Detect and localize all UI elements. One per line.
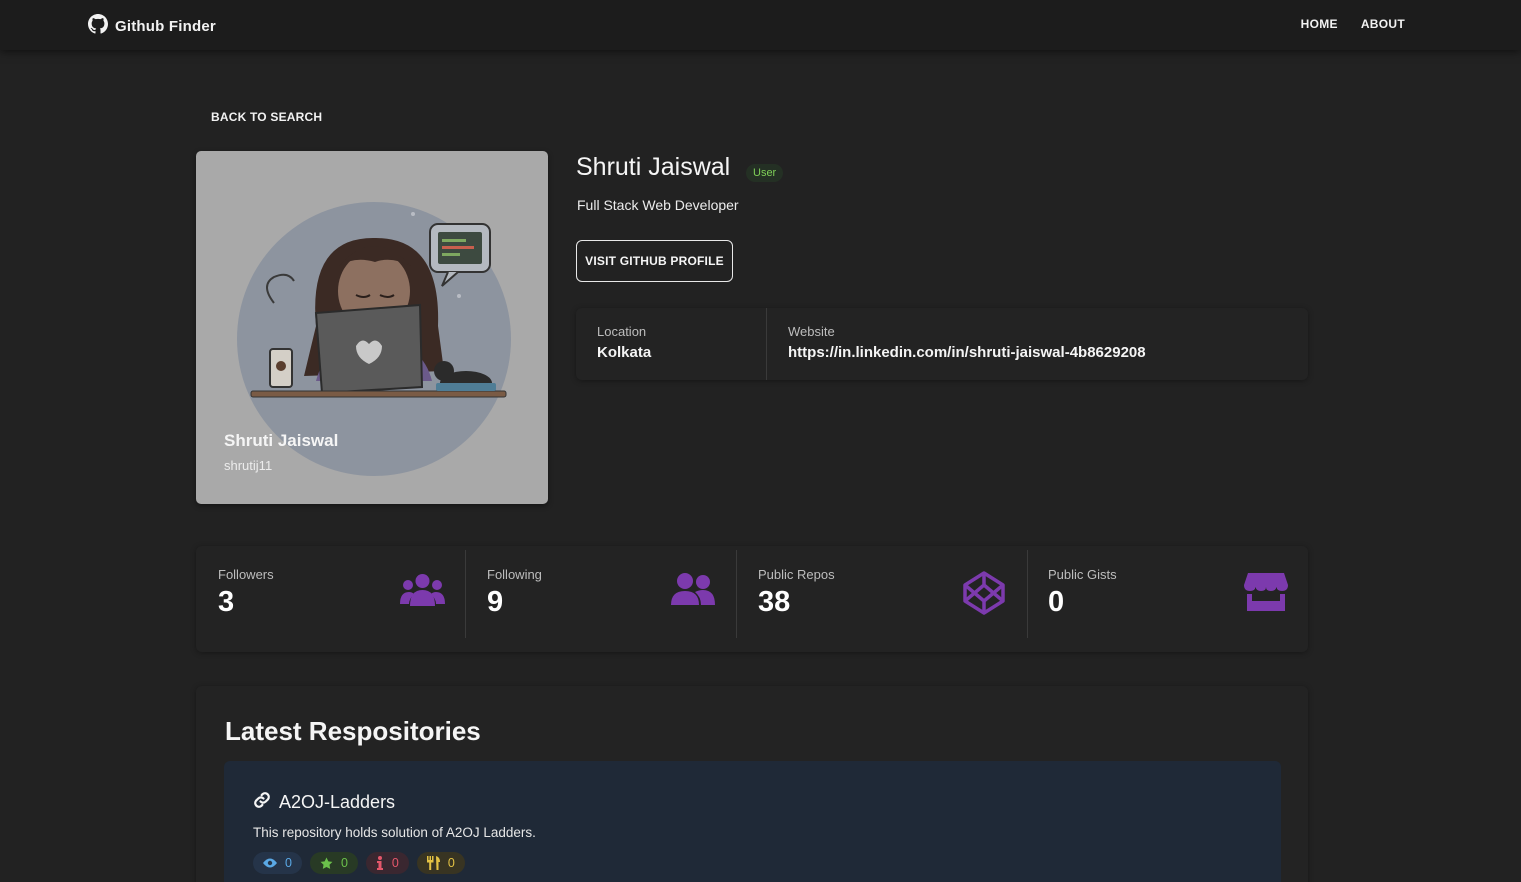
nav-links: HOME ABOUT — [1301, 17, 1405, 31]
avatar-image — [237, 202, 511, 476]
stat-value: 3 — [218, 586, 235, 618]
stat-label: Following — [487, 567, 542, 582]
store-icon — [1244, 573, 1288, 611]
stars-count: 0 — [340, 856, 348, 870]
avatar-card: Shruti Jaiswal shrutij11 — [196, 151, 548, 504]
stars-badge: 0 — [309, 852, 358, 874]
avatar-login: shrutij11 — [224, 458, 273, 473]
profile-bio: Full Stack Web Developer — [577, 197, 739, 213]
repos-section: Latest Respositories A2OJ-Ladders This r… — [196, 686, 1308, 882]
issues-badge: 0 — [365, 852, 409, 874]
star-icon — [320, 857, 333, 869]
info-box: Location Kolkata Website https://in.link… — [576, 308, 1308, 380]
repo-link[interactable]: A2OJ-Ladders — [253, 791, 395, 814]
link-icon — [253, 791, 271, 814]
repos-title: Latest Respositories — [225, 716, 481, 746]
avatar-name: Shruti Jaiswal — [224, 431, 339, 450]
stat-label: Followers — [218, 567, 274, 582]
brand[interactable]: Github Finder — [88, 14, 216, 39]
stats-box: Followers 3 Following 9 Public Repos 38 … — [196, 546, 1308, 652]
info-icon — [376, 856, 383, 870]
back-to-search-button[interactable]: BACK TO SEARCH — [211, 110, 322, 124]
stat-public-gists: Public Gists 0 — [1028, 546, 1308, 652]
users-icon — [400, 574, 445, 606]
nav-home-link[interactable]: HOME — [1301, 17, 1338, 31]
website-link[interactable]: https://in.linkedin.com/in/shruti-jaiswa… — [788, 344, 1146, 361]
website-label: Website — [788, 324, 835, 339]
website-block: Website https://in.linkedin.com/in/shrut… — [788, 324, 1146, 361]
user-friends-icon — [671, 573, 715, 605]
utensils-icon — [426, 856, 440, 870]
forks-badge: 0 — [416, 852, 465, 874]
forks-count: 0 — [447, 856, 455, 870]
repo-name[interactable]: A2OJ-Ladders — [279, 792, 395, 813]
stat-followers: Followers 3 — [196, 546, 465, 652]
profile-name: Shruti Jaiswal — [576, 153, 731, 181]
watchers-badge: 0 — [253, 852, 302, 874]
repo-badges: 0 0 0 0 — [253, 852, 465, 874]
issues-count: 0 — [391, 856, 399, 870]
repo-card: A2OJ-Ladders This repository holds solut… — [224, 761, 1281, 882]
navbar: Github Finder HOME ABOUT — [0, 0, 1521, 50]
nav-about-link[interactable]: ABOUT — [1361, 17, 1405, 31]
stat-label: Public Repos — [758, 567, 835, 582]
location-block: Location Kolkata — [597, 324, 651, 361]
eye-icon — [263, 858, 277, 868]
location-label: Location — [597, 324, 647, 339]
stat-label: Public Gists — [1048, 567, 1117, 582]
stat-following: Following 9 — [466, 546, 736, 652]
codepen-icon — [963, 571, 1005, 615]
github-icon — [88, 14, 108, 39]
stat-value: 9 — [487, 586, 504, 618]
visit-github-profile-button[interactable]: VISIT GITHUB PROFILE — [576, 240, 733, 282]
location-value: Kolkata — [597, 344, 652, 361]
repo-description: This repository holds solution of A2OJ L… — [253, 825, 536, 840]
brand-title: Github Finder — [115, 18, 216, 35]
stat-public-repos: Public Repos 38 — [737, 546, 1027, 652]
divider — [766, 308, 767, 380]
stat-value: 38 — [758, 586, 791, 618]
stat-value: 0 — [1048, 586, 1065, 618]
user-type-badge: User — [746, 164, 784, 182]
watchers-count: 0 — [285, 856, 292, 870]
